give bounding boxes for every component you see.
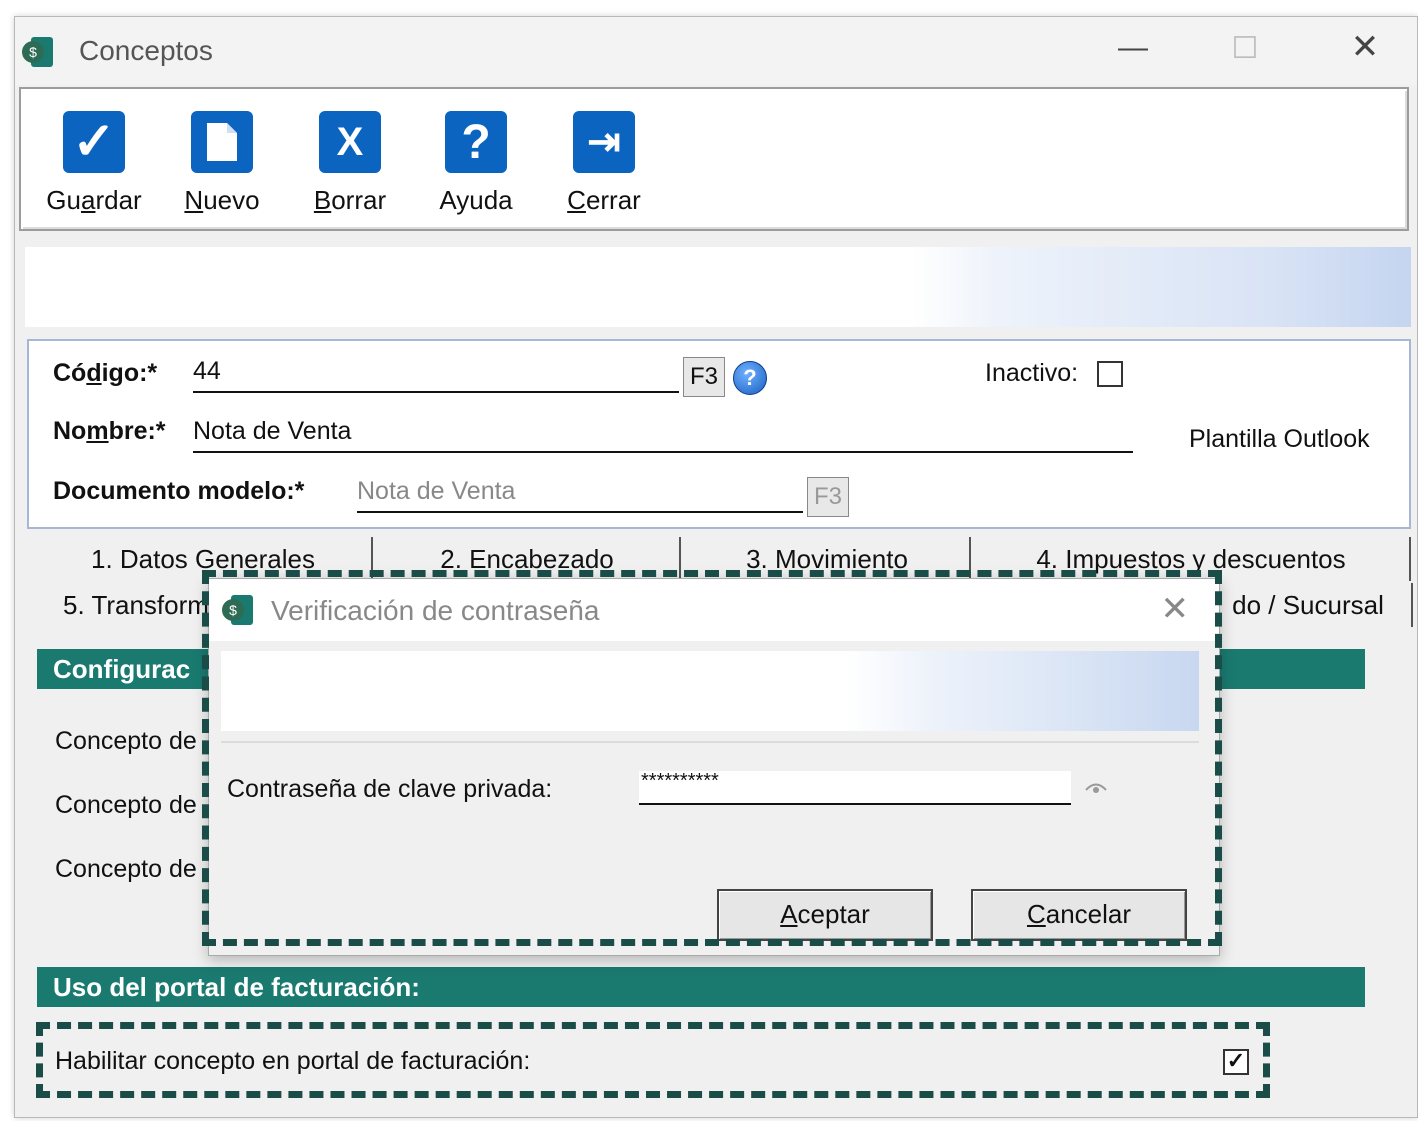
exit-door-icon: ⇥ xyxy=(573,111,635,173)
concepto-row-2: Concepto de xyxy=(55,791,197,819)
borrar-button[interactable]: X Borrar xyxy=(295,101,405,216)
check-icon: ✓ xyxy=(63,111,125,173)
docmodelo-f3-button[interactable]: F3 xyxy=(807,477,849,517)
inactivo-checkbox[interactable] xyxy=(1097,361,1123,387)
tab-transformacion[interactable]: 5. Transform xyxy=(25,583,225,627)
window-title: Conceptos xyxy=(79,35,213,66)
new-document-icon xyxy=(191,111,253,173)
codigo-label: Código:* xyxy=(53,359,158,387)
delete-x-icon: X xyxy=(319,111,381,173)
docmodelo-label: Documento modelo:* xyxy=(53,477,305,505)
concepto-row-1: Concepto de xyxy=(55,727,197,755)
app-logo-icon: $ xyxy=(22,37,53,67)
maximize-button[interactable]: ☐ xyxy=(1215,31,1275,66)
ayuda-button[interactable]: ? Ayuda xyxy=(421,101,531,216)
codigo-input[interactable]: 44 xyxy=(193,357,679,393)
codigo-f3-button[interactable]: F3 xyxy=(683,357,725,397)
tab-almacen-sucursal[interactable]: do / Sucursal xyxy=(1205,583,1413,627)
guardar-button[interactable]: ✓ Guardar xyxy=(39,101,149,216)
concept-form: Código:* 44 F3 ? Inactivo: Nombre:* Nota… xyxy=(27,339,1411,529)
highlight-portal-option xyxy=(36,1022,1270,1098)
concepto-row-3: Concepto de xyxy=(55,855,197,883)
nombre-label: Nombre:* xyxy=(53,417,166,445)
svg-text:$: $ xyxy=(29,44,37,60)
toolbar: ✓ Guardar Nuevo X Borrar ? Ayuda ⇥ Cerra… xyxy=(19,87,1409,231)
plantilla-outlook-link[interactable]: Plantilla Outlook xyxy=(1189,425,1370,454)
highlight-password-dialog xyxy=(202,570,1222,946)
docmodelo-input: Nota de Venta xyxy=(357,477,803,513)
header-banner xyxy=(25,247,1411,327)
close-window-button[interactable]: ✕ xyxy=(1335,27,1395,67)
portal-section-header: Uso del portal de facturación: xyxy=(37,967,1365,1007)
title-bar: $ Conceptos — ☐ ✕ xyxy=(15,17,1417,85)
nuevo-button[interactable]: Nuevo xyxy=(167,101,277,216)
help-icon[interactable]: ? xyxy=(733,361,767,395)
cerrar-button[interactable]: ⇥ Cerrar xyxy=(549,101,659,216)
nombre-input[interactable]: Nota de Venta xyxy=(193,417,1133,453)
inactivo-label: Inactivo: xyxy=(985,359,1079,387)
minimize-button[interactable]: — xyxy=(1103,31,1163,65)
help-question-icon: ? xyxy=(445,111,507,173)
